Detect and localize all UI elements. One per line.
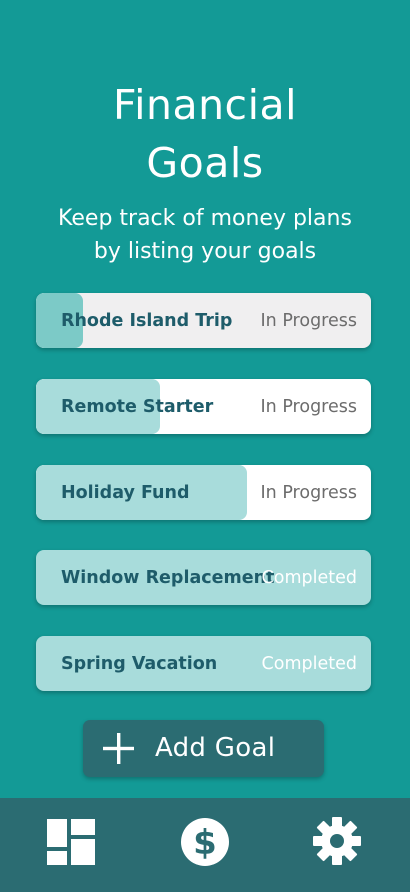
bottom-nav: $ xyxy=(0,798,410,892)
nav-goals[interactable]: $ xyxy=(179,817,231,869)
goal-name: Spring Vacation xyxy=(61,654,218,674)
gear-icon xyxy=(313,817,361,865)
page-subtitle: Keep track of money plans by listing you… xyxy=(40,202,370,268)
goal-card-rhode-island-trip[interactable]: Rhode Island Trip In Progress xyxy=(36,293,371,348)
goal-name: Holiday Fund xyxy=(61,483,190,503)
goal-status: In Progress xyxy=(260,397,358,417)
add-goal-button[interactable]: Add Goal xyxy=(83,720,324,777)
nav-settings[interactable] xyxy=(311,817,363,869)
dollar-icon: $ xyxy=(181,818,229,866)
goal-card-window-replacement[interactable]: Window Replacement Completed xyxy=(36,550,371,605)
add-goal-label: Add Goal xyxy=(155,733,276,763)
page-subtitle-line-1: Keep track of money plans xyxy=(58,206,352,231)
nav-dashboard[interactable] xyxy=(45,817,97,869)
goal-status: In Progress xyxy=(260,311,358,331)
goal-card-holiday-fund[interactable]: Holiday Fund In Progress xyxy=(36,465,371,520)
dashboard-icon xyxy=(47,819,95,865)
goal-status: Completed xyxy=(261,654,357,674)
goal-status: Completed xyxy=(261,568,357,588)
page-subtitle-line-2: by listing your goals xyxy=(93,239,317,264)
goal-name: Remote Starter xyxy=(61,397,214,417)
financial-goals-screen: Financial Goals Keep track of money plan… xyxy=(0,0,410,892)
page-title-line-2: Goals xyxy=(146,139,264,187)
goal-card-spring-vacation[interactable]: Spring Vacation Completed xyxy=(36,636,371,691)
plus-icon xyxy=(103,733,134,764)
goal-card-remote-starter[interactable]: Remote Starter In Progress xyxy=(36,379,371,434)
goal-name: Window Replacement xyxy=(61,568,275,588)
page-title: Financial Goals xyxy=(0,76,410,192)
goal-status: In Progress xyxy=(260,483,358,503)
page-title-line-1: Financial xyxy=(112,81,298,129)
goal-name: Rhode Island Trip xyxy=(61,311,233,331)
svg-text:$: $ xyxy=(193,823,217,863)
